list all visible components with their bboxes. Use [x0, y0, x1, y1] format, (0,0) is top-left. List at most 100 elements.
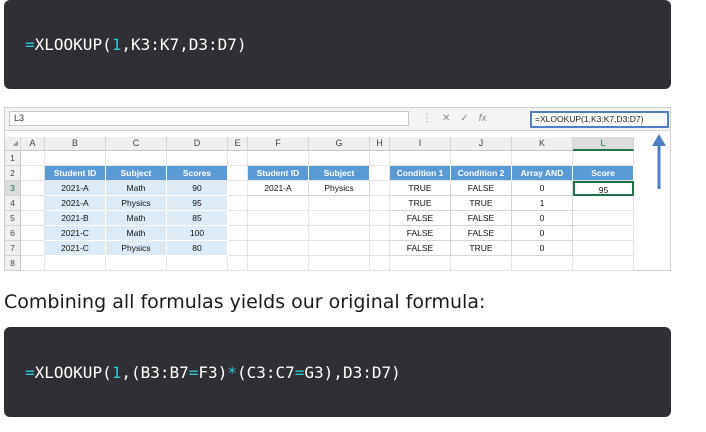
score-header[interactable]: Score: [573, 166, 634, 181]
cell[interactable]: [106, 256, 167, 271]
cell[interactable]: [451, 151, 512, 166]
row-header-2[interactable]: 2: [5, 166, 21, 181]
cell[interactable]: [573, 151, 634, 166]
cell[interactable]: [21, 241, 45, 256]
cell[interactable]: [573, 241, 634, 256]
cell[interactable]: [573, 256, 634, 271]
table-header[interactable]: Scores: [167, 166, 228, 181]
column-header-g[interactable]: G: [309, 137, 370, 151]
cell[interactable]: [309, 196, 370, 211]
table-cell[interactable]: 2021-A: [45, 181, 106, 196]
row-header-5[interactable]: 5: [5, 211, 21, 226]
condition-cell[interactable]: 0: [512, 211, 573, 226]
cell[interactable]: [370, 226, 390, 241]
cell[interactable]: [370, 241, 390, 256]
table-cell[interactable]: Physics: [106, 241, 167, 256]
cell[interactable]: [248, 196, 309, 211]
cell[interactable]: [390, 151, 451, 166]
row-header-8[interactable]: 8: [5, 256, 21, 271]
table-cell[interactable]: 80: [167, 241, 228, 256]
row-header-7[interactable]: 7: [5, 241, 21, 256]
cell[interactable]: [370, 151, 390, 166]
table-cell[interactable]: Physics: [106, 196, 167, 211]
cell[interactable]: [573, 196, 634, 211]
lookup-header[interactable]: Student ID: [248, 166, 309, 181]
cell[interactable]: [370, 256, 390, 271]
cell[interactable]: [21, 196, 45, 211]
condition-cell[interactable]: TRUE: [390, 181, 451, 196]
cell[interactable]: [228, 226, 248, 241]
cell[interactable]: [21, 211, 45, 226]
column-header-a[interactable]: A: [21, 137, 45, 151]
condition-cell[interactable]: FALSE: [451, 181, 512, 196]
cell[interactable]: [21, 181, 45, 196]
condition-cell[interactable]: TRUE: [390, 196, 451, 211]
row-header-4[interactable]: 4: [5, 196, 21, 211]
condition-header[interactable]: Condition 2: [451, 166, 512, 181]
table-cell[interactable]: Math: [106, 181, 167, 196]
table-cell[interactable]: 85: [167, 211, 228, 226]
cell[interactable]: [167, 151, 228, 166]
cell[interactable]: [228, 211, 248, 226]
column-header-k[interactable]: K: [512, 137, 573, 151]
cell[interactable]: [228, 196, 248, 211]
cell[interactable]: [248, 226, 309, 241]
cell[interactable]: [21, 151, 45, 166]
condition-cell[interactable]: TRUE: [451, 241, 512, 256]
cell[interactable]: [228, 256, 248, 271]
table-header[interactable]: Subject: [106, 166, 167, 181]
condition-cell[interactable]: 0: [512, 241, 573, 256]
table-cell[interactable]: 2021-B: [45, 211, 106, 226]
column-header-d[interactable]: D: [167, 137, 228, 151]
more-options-icon[interactable]: ⋮: [422, 112, 432, 126]
cell[interactable]: [248, 256, 309, 271]
cell[interactable]: [512, 151, 573, 166]
table-cell[interactable]: 2021-C: [45, 241, 106, 256]
table-cell[interactable]: 2021-C: [45, 226, 106, 241]
cell[interactable]: [573, 211, 634, 226]
row-header-3[interactable]: 3: [5, 181, 21, 196]
enter-icon[interactable]: ✓: [460, 112, 468, 126]
cell[interactable]: [451, 256, 512, 271]
cell[interactable]: [370, 196, 390, 211]
condition-cell[interactable]: FALSE: [390, 241, 451, 256]
cell[interactable]: [309, 151, 370, 166]
cell[interactable]: [370, 211, 390, 226]
table-cell[interactable]: Math: [106, 226, 167, 241]
cell[interactable]: [309, 226, 370, 241]
cell[interactable]: [309, 211, 370, 226]
column-header-c[interactable]: C: [106, 137, 167, 151]
cell[interactable]: [167, 256, 228, 271]
condition-cell[interactable]: FALSE: [390, 211, 451, 226]
cell[interactable]: [248, 211, 309, 226]
table-cell[interactable]: 100: [167, 226, 228, 241]
cell[interactable]: [228, 151, 248, 166]
condition-cell[interactable]: 0: [512, 181, 573, 196]
condition-header[interactable]: Condition 1: [390, 166, 451, 181]
table-cell[interactable]: 95: [167, 196, 228, 211]
column-header-h[interactable]: H: [370, 137, 390, 151]
cell[interactable]: [106, 151, 167, 166]
column-header-b[interactable]: B: [45, 137, 106, 151]
table-cell[interactable]: Math: [106, 211, 167, 226]
condition-cell[interactable]: FALSE: [451, 226, 512, 241]
condition-header[interactable]: Array AND: [512, 166, 573, 181]
lookup-header[interactable]: Subject: [309, 166, 370, 181]
cell[interactable]: [309, 256, 370, 271]
cell[interactable]: [573, 226, 634, 241]
score-cell-active[interactable]: 95: [573, 181, 634, 196]
column-header-j[interactable]: J: [451, 137, 512, 151]
table-cell[interactable]: 90: [167, 181, 228, 196]
cell[interactable]: [309, 241, 370, 256]
cancel-icon[interactable]: ✕: [442, 112, 450, 126]
cell[interactable]: [228, 166, 248, 181]
condition-cell[interactable]: 0: [512, 226, 573, 241]
cell[interactable]: [512, 256, 573, 271]
column-header-i[interactable]: I: [390, 137, 451, 151]
cell[interactable]: [248, 241, 309, 256]
table-header[interactable]: Student ID: [45, 166, 106, 181]
insert-function-icon[interactable]: fx: [479, 112, 487, 126]
cell[interactable]: [248, 151, 309, 166]
row-header-6[interactable]: 6: [5, 226, 21, 241]
condition-cell[interactable]: TRUE: [451, 196, 512, 211]
